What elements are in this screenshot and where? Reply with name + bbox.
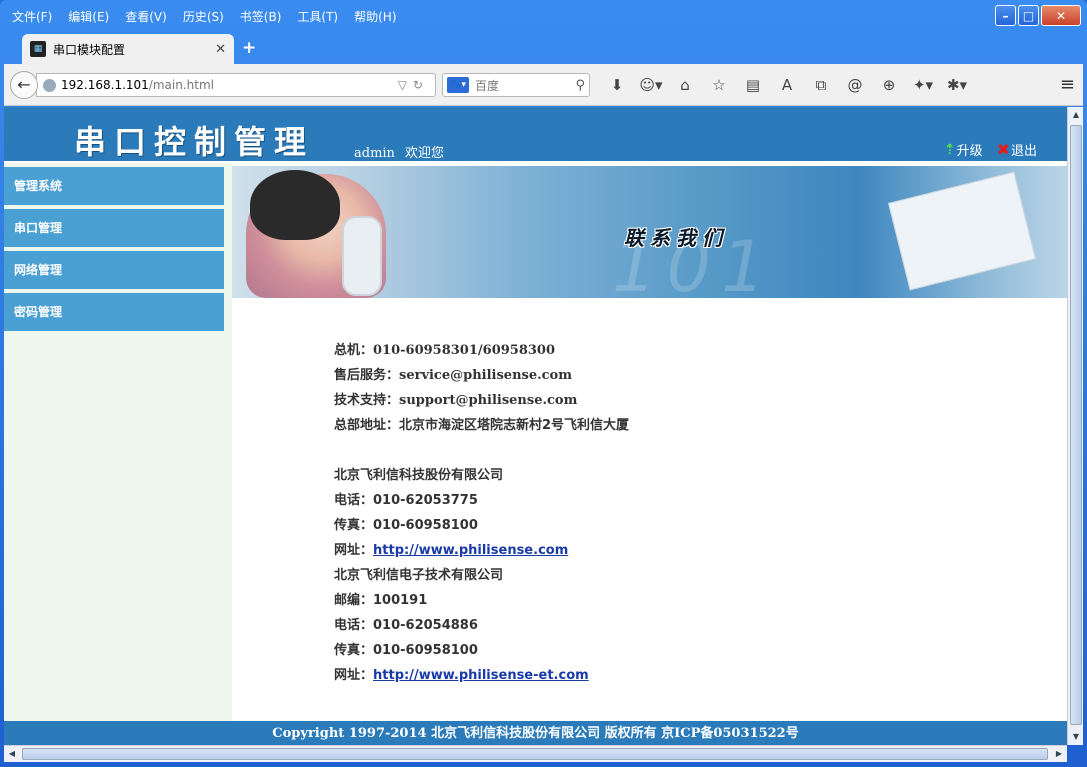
navigation-bar: 192.168.1.101/main.html ▽↻ ← 🐾▾ 百度 ⚲ ⬇ ☺… [4, 64, 1083, 106]
company1-name: 北京飞利信科技股份有限公司 [334, 468, 504, 483]
reading-list-icon[interactable]: ▤ [736, 74, 770, 96]
dropdown-icon[interactable]: ▽ [398, 78, 413, 92]
website-link-1[interactable]: http://www.philisense.com [373, 543, 568, 558]
support-line: 技术支持：support@philisense.com [334, 393, 578, 408]
bookmark-star-icon[interactable]: ☆ [702, 74, 736, 96]
url-bar[interactable]: 192.168.1.101/main.html ▽↻ [36, 73, 436, 97]
banner-title: 联系我们 [624, 226, 728, 250]
vertical-scrollbar[interactable]: ▲ ▼ [1067, 107, 1083, 745]
upgrade-icon: ⇡ [943, 141, 956, 158]
url-text[interactable]: 192.168.1.101/main.html [61, 78, 398, 92]
address-line: 总部地址：北京市海淀区塔院志新村2号飞利信大厦 [334, 418, 630, 433]
page-viewport: 串口控制管理 admin 欢迎您 ⇡ 升级 ✖ 退出 管理系统 串口管理 网络管理 密… [4, 107, 1067, 745]
zoom-icon[interactable]: ⊕ [872, 74, 906, 96]
switchboard-line: 总机：010-60958301/60958300 [334, 343, 556, 358]
menu-view[interactable]: 查看(V) [117, 8, 175, 25]
scroll-right-arrow-icon[interactable]: ▶ [1051, 746, 1067, 762]
sidebar: 管理系统 串口管理 网络管理 密码管理 [4, 163, 232, 721]
banner-hair-shape [250, 170, 340, 240]
logout-icon: ✖ [996, 140, 1010, 159]
tab-title: 串口模块配置 [53, 42, 126, 57]
bug-icon[interactable]: ✱▾ [940, 74, 974, 96]
user-greeting: admin 欢迎您 [354, 142, 454, 161]
toolbar-icons: ⬇ ☺▾ ⌂ ☆ ▤ A ⧉ @ ⊕ ✦▾ ✱▾ [600, 74, 974, 96]
back-button[interactable]: ← [10, 71, 38, 99]
globe-icon [43, 78, 56, 92]
menu-bar: 文件(F) 编辑(E) 查看(V) 历史(S) 书签(B) 工具(T) 帮助(H… [4, 4, 405, 28]
screenshot-icon[interactable]: ⧉ [804, 74, 838, 96]
banner-paper-image [888, 171, 1036, 291]
tab-favicon-icon: ▦ [30, 41, 46, 57]
menu-edit[interactable]: 编辑(E) [60, 8, 117, 25]
sidebar-item-network[interactable]: 网络管理 [4, 251, 224, 289]
company2-web: 网址：http://www.philisense-et.com [334, 666, 629, 691]
new-tab-button[interactable]: + [242, 38, 256, 58]
company2-name: 北京飞利信电子技术有限公司 [334, 568, 504, 583]
menu-bookmarks[interactable]: 书签(B) [232, 8, 290, 25]
url-host: 192.168.1.101 [61, 78, 149, 92]
sidebar-item-serial[interactable]: 串口管理 [4, 209, 224, 247]
logout-link[interactable]: ✖ 退出 [997, 140, 1037, 159]
aftersales-line: 售后服务：service@philisense.com [334, 368, 572, 383]
page-logo: 串口控制管理 [74, 123, 315, 161]
header-actions: ⇡ 升级 ✖ 退出 [944, 140, 1037, 159]
menu-history[interactable]: 历史(S) [175, 8, 232, 25]
website-link-2[interactable]: http://www.philisense-et.com [373, 668, 589, 683]
upgrade-label: 升级 [956, 144, 983, 159]
tab-strip: ▦ 串口模块配置 ✕ + [4, 32, 1083, 64]
welcome-text: 欢迎您 [404, 146, 444, 161]
fox-icon[interactable]: ✦▾ [906, 74, 940, 96]
menu-tools[interactable]: 工具(T) [289, 8, 346, 25]
url-path: /main.html [148, 78, 214, 92]
download-icon[interactable]: ⬇ [600, 74, 634, 96]
company2-fax: 传真：010-60958100 [334, 643, 478, 658]
company2-phone: 电话：010-62054886 [334, 618, 478, 633]
horizontal-scroll-thumb[interactable] [22, 748, 1048, 760]
company1-fax: 传真：010-60958100 [334, 518, 478, 533]
font-icon[interactable]: A [770, 74, 804, 96]
sidebar-item-system[interactable]: 管理系统 [4, 167, 224, 205]
vertical-scroll-thumb[interactable] [1070, 125, 1082, 725]
username: admin [354, 146, 395, 161]
url-actions: ▽↻ [398, 78, 435, 92]
menu-help[interactable]: 帮助(H) [346, 8, 404, 25]
sidebar-item-password[interactable]: 密码管理 [4, 293, 224, 331]
menu-file[interactable]: 文件(F) [4, 8, 60, 25]
addon-icon[interactable]: ☺▾ [634, 74, 668, 96]
home-icon[interactable]: ⌂ [668, 74, 702, 96]
company1-phone: 电话：010-62053775 [334, 493, 478, 508]
hamburger-menu-icon[interactable]: ≡ [1060, 74, 1075, 95]
close-window-button[interactable]: ✕ [1041, 5, 1081, 26]
minimize-button[interactable]: – [995, 5, 1016, 26]
upgrade-link[interactable]: ⇡ 升级 [943, 140, 983, 160]
company1-web: 网址：http://www.philisense.com [334, 541, 629, 566]
banner-phone-image [342, 216, 382, 296]
company2-postcode: 邮编：100191 [334, 593, 428, 608]
web2-label: 网址： [334, 668, 374, 683]
horizontal-scrollbar[interactable]: ◀ ▶ [4, 745, 1067, 762]
contact-banner: 101 联系我们 [232, 166, 1067, 298]
contact-info: 总机：010-60958301/60958300 售后服务：service@ph… [334, 341, 629, 691]
maximize-button[interactable]: □ [1018, 5, 1039, 26]
tab-active[interactable]: ▦ 串口模块配置 ✕ [22, 34, 234, 64]
window-controls: – □ ✕ [995, 5, 1081, 26]
scroll-down-arrow-icon[interactable]: ▼ [1068, 729, 1084, 745]
scroll-left-arrow-icon[interactable]: ◀ [4, 746, 20, 762]
scroll-up-arrow-icon[interactable]: ▲ [1068, 107, 1084, 123]
search-input[interactable]: 百度 [475, 77, 575, 94]
page-footer: Copyright 1997-2014 北京飞利信科技股份有限公司 版权所有 京… [4, 721, 1067, 745]
email-icon[interactable]: @ [838, 74, 872, 96]
reload-icon[interactable]: ↻ [413, 78, 429, 92]
search-icon[interactable]: ⚲ [575, 78, 589, 93]
search-engine-icon[interactable]: 🐾▾ [447, 77, 469, 93]
page-header: 串口控制管理 admin 欢迎您 ⇡ 升级 ✖ 退出 [4, 107, 1067, 161]
tab-close-icon[interactable]: ✕ [215, 42, 226, 57]
search-bar[interactable]: 🐾▾ 百度 ⚲ [442, 73, 590, 97]
logout-label: 退出 [1010, 144, 1037, 159]
web1-label: 网址： [334, 543, 374, 558]
